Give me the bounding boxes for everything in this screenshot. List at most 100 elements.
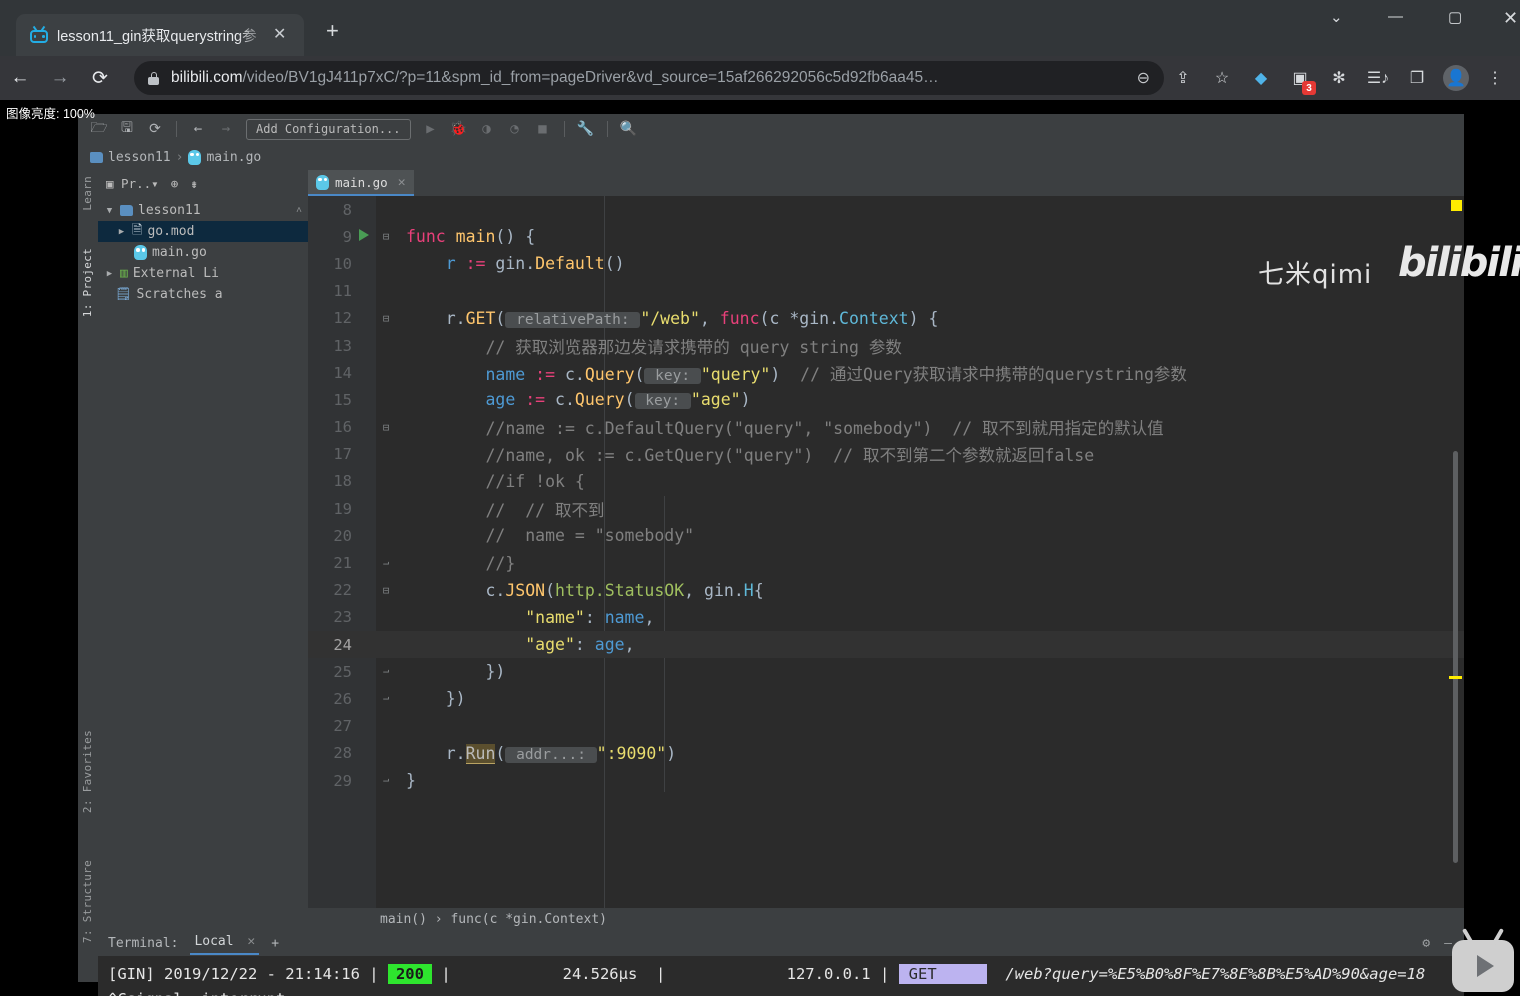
debug-icon[interactable]: 🐞 xyxy=(446,117,472,141)
tree-row[interactable]: ▶ ▥ External Li xyxy=(98,263,308,284)
sidepanel-icon[interactable]: ❐ xyxy=(1400,61,1434,95)
fold-toggle-icon[interactable]: ⊟ xyxy=(376,230,396,243)
code-line[interactable]: 12 ⊟ r.GET( relativePath: "/web", func(c … xyxy=(308,305,1464,332)
code-line[interactable]: 17 //name, ok := c.GetQuery("query") // … xyxy=(308,441,1464,468)
code-line[interactable]: 25 ⌐ }) xyxy=(308,658,1464,685)
code-line[interactable]: 29 ⌐} xyxy=(308,767,1464,794)
code-line[interactable]: 24 "age": age, xyxy=(308,631,1464,659)
code-line[interactable]: 18 //if !ok { xyxy=(308,468,1464,495)
code-line[interactable]: 16 ⊟ //name := c.DefaultQuery("query", "s… xyxy=(308,414,1464,441)
code-line[interactable]: 20 // name = "somebody" xyxy=(308,522,1464,549)
profile-icon[interactable]: ◔ xyxy=(502,117,528,141)
code-line[interactable]: 23 "name": name, xyxy=(308,604,1464,631)
zoom-out-icon[interactable]: ⊖ xyxy=(1137,68,1150,88)
terminal-output[interactable]: [GIN] 2019/12/22 - 21:14:16 | 200 | 24.5… xyxy=(98,956,1464,996)
code-text: age := c.Query( key: "age") xyxy=(406,390,751,410)
reload-icon[interactable]: ⟳ xyxy=(80,67,120,90)
sidebar-item-structure[interactable]: 7: Structure xyxy=(81,860,94,943)
back-icon[interactable]: ← xyxy=(0,67,40,89)
chevron-right-icon[interactable]: ▶ xyxy=(116,227,127,237)
url-input[interactable]: bilibili.com/video/BV1gJ411p7xC/?p=11&sp… xyxy=(134,61,1164,95)
run-coverage-icon[interactable]: ◑ xyxy=(474,117,500,141)
window-maximize-button[interactable]: ▢ xyxy=(1448,8,1462,26)
new-tab-button[interactable]: + xyxy=(326,20,339,42)
tree-row[interactable]: main.go xyxy=(98,242,308,263)
code-line[interactable]: 22 ⊟ c.JSON(http.StatusOK, gin.H{ xyxy=(308,577,1464,604)
browser-tab[interactable]: lesson11_gin获取querystring参 ✕ xyxy=(16,14,304,56)
profile-avatar[interactable]: 👤 xyxy=(1439,61,1473,95)
code-line[interactable]: 9 ⊟ func main() { xyxy=(308,223,1464,250)
code-line[interactable]: 14 name := c.Query( key: "query") // 通过Q… xyxy=(308,359,1464,386)
share-icon[interactable]: ⇪ xyxy=(1166,61,1200,95)
window-close-button[interactable]: ✕ xyxy=(1503,8,1518,29)
code-line[interactable]: 21 ⌐ //} xyxy=(308,549,1464,576)
close-icon[interactable]: ✕ xyxy=(273,27,286,43)
tree-row[interactable]: ▶ 🗎 go.mod xyxy=(98,221,308,242)
browser-tab-strip: lesson11_gin获取querystring参 ✕ + ⌄ — ▢ ✕ xyxy=(0,0,1520,56)
sidebar-item-project[interactable]: 1: Project xyxy=(81,248,94,317)
code-line[interactable]: 26 ⌐ }) xyxy=(308,685,1464,712)
window-minimize-button[interactable]: — xyxy=(1388,8,1403,25)
code-line[interactable]: 13 // 获取浏览器那边发请求携带的 query string 参数 xyxy=(308,332,1464,359)
minimize-icon[interactable]: — xyxy=(1444,936,1452,951)
tree-label-lesson11: lesson11 xyxy=(138,203,201,218)
code-line[interactable]: 28 r.Run( addr...: ":9090") xyxy=(308,740,1464,767)
tree-row[interactable]: 🗒 Scratches a xyxy=(98,284,308,305)
chevron-down-icon[interactable]: ▼ xyxy=(104,206,115,216)
code-editor[interactable]: 8 9 ⊟ func main() {10 r := gin.Default() 11 1… xyxy=(308,196,1464,908)
floating-player-icon[interactable] xyxy=(1452,940,1514,992)
code-line[interactable]: 15 age := c.Query( key: "age") xyxy=(308,386,1464,413)
error-stripe-marker[interactable] xyxy=(1451,200,1462,211)
fold-toggle-icon[interactable]: ⊟ xyxy=(376,421,396,434)
terminal-tab-local[interactable]: Local ✕ xyxy=(190,931,260,955)
code-content[interactable]: 8 9 ⊟ func main() {10 r := gin.Default() 11 1… xyxy=(308,196,1464,908)
editor-scrollbar-thumb[interactable] xyxy=(1453,451,1458,863)
tab-main-go[interactable]: main.go ✕ xyxy=(308,170,414,196)
sidebar-item-favorites[interactable]: 2: Favorites xyxy=(81,730,94,813)
puzzle-extensions-icon[interactable]: ✻ xyxy=(1322,61,1356,95)
chevron-down-icon[interactable]: ⌄ xyxy=(1330,8,1343,26)
run-icon[interactable]: ▶ xyxy=(418,117,444,141)
fold-toggle-icon[interactable]: ⌐ xyxy=(376,665,396,678)
tree-row[interactable]: ▼ lesson11 ˄ xyxy=(98,200,308,221)
adblock-extension-icon[interactable]: ▣ 3 xyxy=(1283,61,1317,95)
settings-wrench-icon[interactable]: 🔧 xyxy=(573,117,599,141)
breadcrumb-file[interactable]: main.go xyxy=(206,150,261,165)
collapse-all-icon[interactable]: ⇟ xyxy=(190,176,198,191)
go-file-icon xyxy=(188,149,202,165)
fold-toggle-icon[interactable]: ⌐ xyxy=(376,774,396,787)
run-gutter-icon[interactable] xyxy=(352,229,376,244)
close-icon[interactable]: ✕ xyxy=(247,934,255,949)
breadcrumb-project[interactable]: lesson11 xyxy=(108,150,171,165)
bookmark-star-icon[interactable]: ☆ xyxy=(1205,61,1239,95)
video-player-area[interactable]: 图像亮度: 100% 七米qimi bilibili CSDN @待木成植2 🗁… xyxy=(0,100,1520,996)
search-everywhere-icon[interactable]: 🔍 xyxy=(616,117,642,141)
sync-icon[interactable]: ⟳ xyxy=(142,117,168,141)
stop-icon[interactable]: ■ xyxy=(530,117,556,141)
editor-breadcrumb[interactable]: main() › func(c *gin.Context) xyxy=(308,908,1464,930)
save-icon[interactable]: 🖫 xyxy=(114,117,140,141)
code-line[interactable]: 19 // // 取不到 xyxy=(308,495,1464,522)
navigate-forward-icon[interactable]: → xyxy=(213,117,239,141)
browser-menu-icon[interactable]: ⋮ xyxy=(1478,61,1512,95)
fold-toggle-icon[interactable]: ⌐ xyxy=(376,692,396,705)
scroll-from-source-icon[interactable]: ⊕ xyxy=(171,176,179,191)
chevron-right-icon[interactable]: ▶ xyxy=(104,269,115,279)
code-text: c.JSON(http.StatusOK, gin.H{ xyxy=(406,580,764,600)
project-view-selector[interactable]: ▣ Pr..▾ xyxy=(106,176,159,191)
code-line[interactable]: 27 xyxy=(308,713,1464,740)
code-line[interactable]: 8 xyxy=(308,196,1464,223)
run-configuration-selector[interactable]: Add Configuration... xyxy=(246,118,411,140)
sidebar-item-learn[interactable]: Learn xyxy=(81,176,94,211)
playlist-icon[interactable]: ☰♪ xyxy=(1361,61,1395,95)
fold-toggle-icon[interactable]: ⌐ xyxy=(376,557,396,570)
gear-icon[interactable]: ⚙ xyxy=(1422,936,1430,951)
close-icon[interactable]: ✕ xyxy=(398,175,406,190)
forward-icon[interactable]: → xyxy=(40,67,80,89)
navigate-back-icon[interactable]: ← xyxy=(185,117,211,141)
add-terminal-tab-button[interactable]: + xyxy=(271,936,279,951)
project-tree[interactable]: ▼ lesson11 ˄ ▶ 🗎 go.mod main.go ▶ ▥ Exte… xyxy=(98,196,308,982)
fold-toggle-icon[interactable]: ⊟ xyxy=(376,584,396,597)
diamond-extension-icon[interactable]: ◆ xyxy=(1244,61,1278,95)
fold-toggle-icon[interactable]: ⊟ xyxy=(376,312,396,325)
